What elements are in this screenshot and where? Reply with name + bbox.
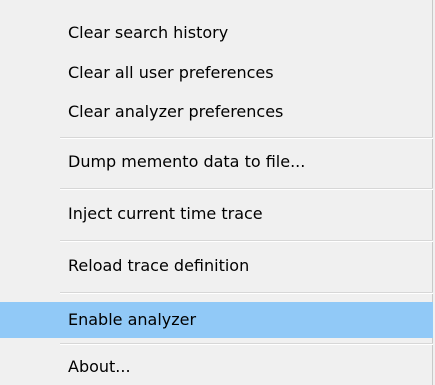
menu-item-clear-analyzer-preferences[interactable]: Clear analyzer preferences xyxy=(0,97,433,127)
menu-separator xyxy=(60,343,433,345)
menu-item-clear-all-user-preferences[interactable]: Clear all user preferences xyxy=(0,58,433,88)
menu-item-about[interactable]: About... xyxy=(0,352,433,382)
menu-item-inject-current-time-trace[interactable]: Inject current time trace xyxy=(0,199,433,229)
menu-item-clear-search-history[interactable]: Clear search history xyxy=(0,18,433,48)
context-menu: Clear search history Clear all user pref… xyxy=(0,0,433,385)
menu-separator xyxy=(60,137,433,139)
menu-item-reload-trace-definition[interactable]: Reload trace definition xyxy=(0,251,433,281)
menu-item-dump-memento-data[interactable]: Dump memento data to file... xyxy=(0,147,433,177)
menu-item-enable-analyzer[interactable]: Enable analyzer xyxy=(0,302,433,338)
menu-separator xyxy=(60,188,433,190)
menu-separator xyxy=(60,292,433,294)
menu-separator xyxy=(60,240,433,242)
